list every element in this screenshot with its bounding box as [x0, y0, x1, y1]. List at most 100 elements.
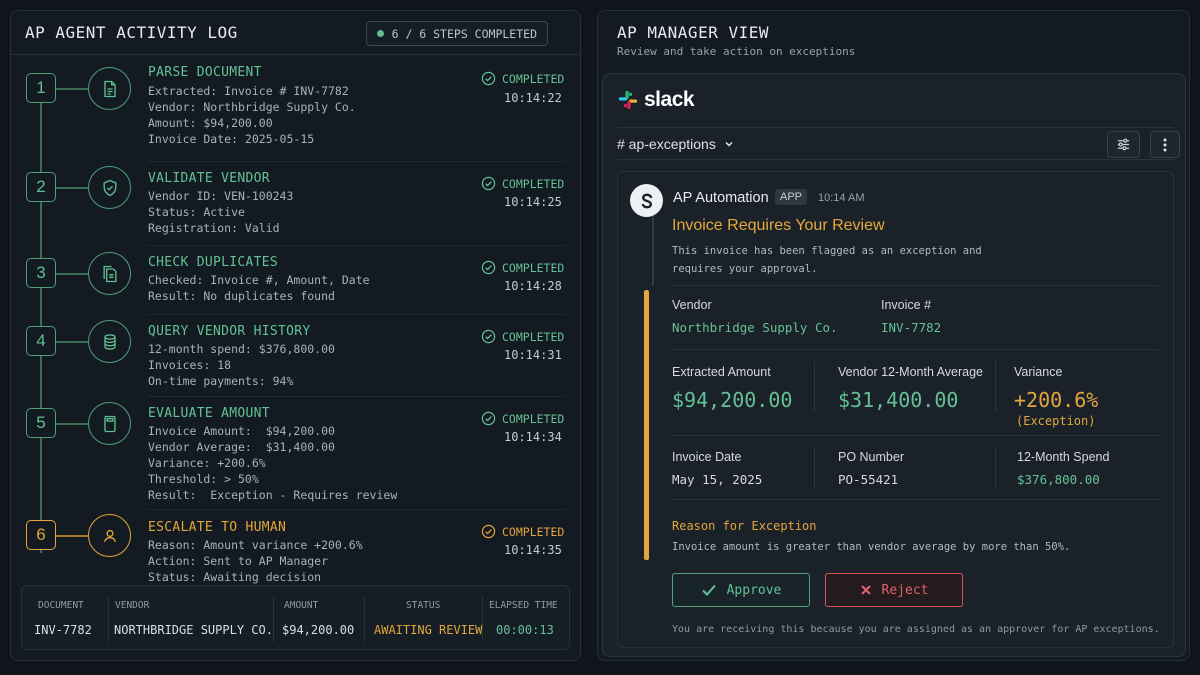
invoice-value: INV-7782	[881, 320, 942, 335]
message-heading: Invoice Requires Your Review	[672, 217, 885, 234]
copy-document-icon	[88, 252, 131, 295]
summary-status: AWAITING REVIEW	[374, 623, 483, 637]
step-time: 10:14:34	[504, 430, 562, 444]
summary-elapsed: 00:00:13	[496, 623, 554, 637]
status-label: COMPLETED	[502, 524, 565, 539]
po-number-label: PO Number	[838, 450, 904, 464]
reason-label: Reason for Exception	[672, 519, 817, 533]
thread-line	[652, 216, 654, 286]
summary-vendor: NORTHBRIDGE SUPPLY CO.	[114, 623, 273, 637]
channel-selector[interactable]: # ap-exceptions	[617, 136, 734, 152]
check-circle-icon	[481, 260, 496, 275]
summary-header-vendor: VENDOR	[115, 600, 150, 611]
step-title: CHECK DUPLICATES	[148, 255, 279, 270]
slack-window: slack # ap-exceptions AP Automation APP …	[602, 73, 1186, 657]
progress-badge: 6 / 6 STEPS COMPLETED	[365, 21, 548, 46]
step-row: 4 QUERY VENDOR HISTORY 12-month spend: $…	[11, 315, 580, 397]
step-time: 10:14:28	[504, 279, 562, 293]
step-number: 6	[26, 520, 56, 550]
vertical-dots-icon	[1163, 138, 1167, 151]
step-detail: Amount: $94,200.00	[148, 116, 273, 130]
spend-label: 12-Month Spend	[1017, 450, 1110, 464]
column-divider	[364, 596, 365, 642]
slack-wordmark: slack	[644, 88, 695, 111]
summary-header-amount: AMOUNT	[284, 600, 319, 611]
filter-button[interactable]	[1107, 131, 1140, 158]
status-label: COMPLETED	[502, 71, 565, 86]
calculator-icon	[88, 402, 131, 445]
checkmark-icon	[701, 584, 716, 596]
step-detail: Vendor ID: VEN-100243	[148, 189, 294, 203]
step-detail: Result: Exception - Requires review	[148, 488, 398, 502]
step-time: 10:14:22	[504, 91, 562, 105]
step-row: 3 CHECK DUPLICATES Checked: Invoice #, A…	[11, 246, 580, 315]
check-circle-icon	[481, 524, 496, 539]
invoice-date-value: May 15, 2025	[672, 472, 763, 487]
step-title: VALIDATE VENDOR	[148, 171, 270, 186]
step-status: COMPLETED	[481, 411, 564, 426]
spend-value: $376,800.00	[1017, 472, 1100, 487]
reject-label: Reject	[881, 582, 929, 598]
step-connector	[56, 273, 88, 275]
step-detail: Status: Awaiting decision	[148, 570, 322, 584]
step-title: ESCALATE TO HUMAN	[148, 520, 287, 535]
activity-log-header: AP AGENT ACTIVITY LOG 6 / 6 STEPS COMPLE…	[11, 11, 580, 55]
progress-label: 6 / 6 STEPS COMPLETED	[391, 26, 537, 41]
message-card: AP Automation APP 10:14 AM Invoice Requi…	[617, 171, 1174, 648]
status-dot-icon	[376, 30, 384, 37]
divider	[814, 361, 815, 413]
step-row: 5 EVALUATE AMOUNT Invoice Amount: $94,20…	[11, 397, 580, 510]
approve-button[interactable]: Approve	[672, 573, 810, 607]
status-label: COMPLETED	[502, 176, 565, 191]
step-status: COMPLETED	[481, 260, 564, 275]
step-row: 1 PARSE DOCUMENT Extracted: Invoice # IN…	[11, 55, 580, 162]
slack-hash-icon	[618, 90, 638, 110]
check-circle-icon	[481, 411, 496, 426]
extracted-amount-label: Extracted Amount	[672, 365, 771, 379]
sender-name[interactable]: AP Automation	[673, 190, 769, 206]
panel-subtitle: Review and take action on exceptions	[617, 45, 856, 58]
channel-name: # ap-exceptions	[617, 136, 716, 152]
step-detail: Invoices: 18	[148, 358, 232, 372]
reject-button[interactable]: Reject	[825, 573, 963, 607]
status-label: COMPLETED	[502, 260, 565, 275]
step-detail: Extracted: Invoice # INV-7782	[148, 84, 349, 98]
step-status: COMPLETED	[481, 524, 564, 539]
check-circle-icon	[481, 329, 496, 344]
message-time: 10:14 AM	[818, 192, 865, 204]
po-number-value: PO-55421	[838, 472, 899, 487]
bot-avatar	[630, 184, 663, 217]
step-row: 2 VALIDATE VENDOR Vendor ID: VEN-100243 …	[11, 162, 580, 246]
message-intro: This invoice has been flagged as an exce…	[672, 245, 982, 257]
step-detail: Invoice Date: 2025-05-15	[148, 132, 315, 146]
divider	[995, 446, 996, 488]
summary-document: INV-7782	[34, 623, 92, 637]
step-detail: Registration: Valid	[148, 221, 280, 235]
approve-label: Approve	[726, 582, 782, 598]
divider	[672, 285, 1159, 286]
sliders-icon	[1117, 138, 1130, 151]
vendor-average-label: Vendor 12-Month Average	[838, 365, 984, 379]
step-detail: Checked: Invoice #, Amount, Date	[148, 273, 370, 287]
step-title: PARSE DOCUMENT	[148, 65, 262, 80]
summary-header-document: DOCUMENT	[38, 600, 84, 611]
automation-logo-icon	[641, 193, 652, 208]
check-circle-icon	[481, 176, 496, 191]
step-number: 2	[26, 172, 56, 202]
exception-accent-bar	[644, 290, 649, 560]
status-label: COMPLETED	[502, 329, 565, 344]
step-number: 5	[26, 408, 56, 438]
slack-logo: slack	[617, 88, 695, 112]
step-detail: On-time payments: 94%	[148, 374, 294, 388]
step-detail: Vendor: Northbridge Supply Co.	[148, 100, 356, 114]
summary-header-elapsed: ELAPSED TIME	[489, 600, 558, 611]
variance-note: (Exception)	[1016, 414, 1096, 428]
vendor-label: Vendor	[672, 298, 712, 312]
step-detail: 12-month spend: $376,800.00	[148, 342, 335, 356]
step-connector	[56, 341, 88, 343]
step-detail: Vendor Average: $31,400.00	[148, 440, 335, 454]
message-intro: requires your approval.	[672, 263, 818, 275]
variance-label: Variance	[1014, 365, 1063, 379]
more-options-button[interactable]	[1150, 131, 1180, 158]
column-divider	[108, 596, 109, 642]
